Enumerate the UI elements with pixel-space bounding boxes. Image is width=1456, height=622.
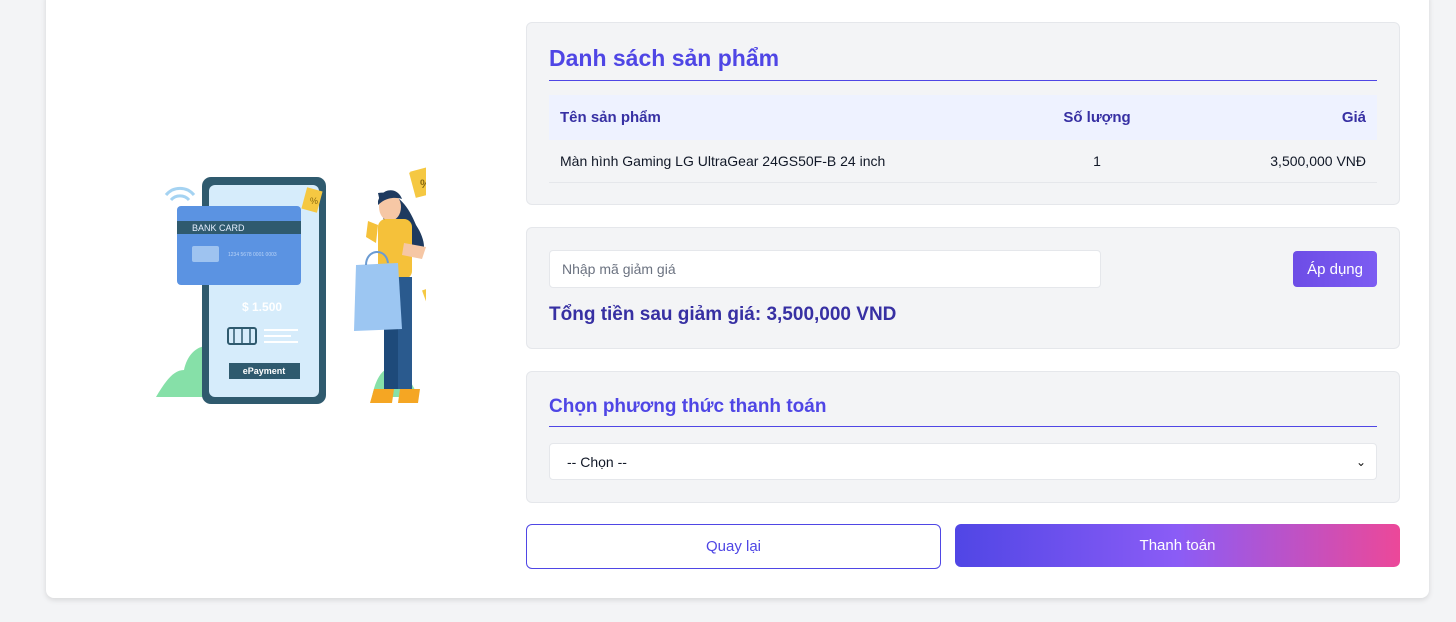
col-price-header: Giá [1341, 109, 1366, 126]
checkout-card: BANK CARD 1234 5678 0001 0003 $ 1.500 eP… [46, 0, 1429, 598]
col-qty-header: Số lượng [1063, 109, 1131, 126]
percent-tag: % [420, 177, 426, 191]
table-header-row: Tên sản phẩm Số lượng Giá [549, 95, 1377, 140]
product-list-panel: Danh sách sản phẩm Tên sản phẩm Số lượng… [526, 22, 1400, 205]
apply-coupon-button[interactable]: Áp dụng [1293, 251, 1377, 287]
discounted-total: Tổng tiền sau giảm giá: 3,500,000 VND [549, 304, 897, 325]
epayment-label: ePayment [243, 366, 286, 376]
action-buttons: Quay lại Thanh toán [526, 524, 1400, 569]
percent-tag-small: % [310, 196, 318, 206]
checkout-column: Danh sách sản phẩm Tên sản phẩm Số lượng… [526, 22, 1400, 569]
coupon-input[interactable] [549, 250, 1101, 288]
amount-text: $ 1.500 [242, 300, 282, 314]
bank-card-number: 1234 5678 0001 0003 [228, 252, 277, 258]
product-name-cell: Màn hình Gaming LG UltraGear 24GS50F-B 2… [549, 140, 1017, 183]
payment-method-panel: Chọn phương thức thanh toán -- Chọn -- ⌄ [526, 371, 1400, 503]
payment-method-selected: -- Chọn -- [567, 453, 627, 470]
payment-method-title: Chọn phương thức thanh toán [549, 396, 1377, 427]
chevron-down-icon: ⌄ [1355, 454, 1366, 469]
product-qty-cell: 1 [1017, 140, 1177, 183]
product-list-title: Danh sách sản phẩm [549, 45, 1377, 81]
coupon-row: Áp dụng [549, 250, 1377, 288]
table-row: Màn hình Gaming LG UltraGear 24GS50F-B 2… [549, 140, 1377, 183]
payment-illustration: BANK CARD 1234 5678 0001 0003 $ 1.500 eP… [156, 165, 426, 404]
coupon-panel: Áp dụng Tổng tiền sau giảm giá: 3,500,00… [526, 227, 1400, 349]
bank-card-label: BANK CARD [192, 223, 245, 233]
pay-button[interactable]: Thanh toán [955, 524, 1400, 567]
col-name-header: Tên sản phẩm [560, 109, 661, 126]
product-table: Tên sản phẩm Số lượng Giá Màn hình Gamin… [549, 95, 1377, 183]
product-price-cell: 3,500,000 VNĐ [1177, 140, 1377, 183]
payment-method-select[interactable]: -- Chọn -- ⌄ [549, 443, 1377, 480]
back-button[interactable]: Quay lại [526, 524, 941, 569]
